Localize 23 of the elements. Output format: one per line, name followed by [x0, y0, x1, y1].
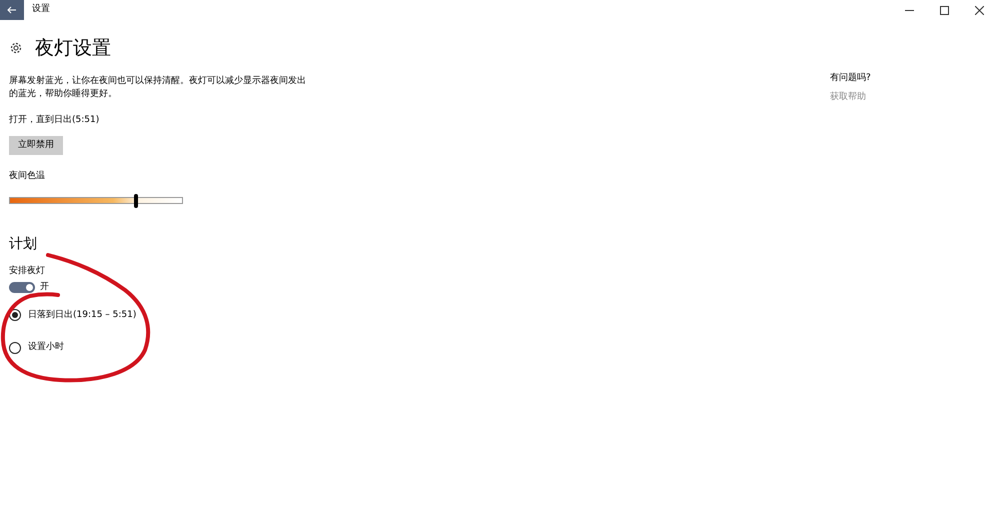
back-button[interactable] — [0, 0, 24, 20]
color-temperature-slider[interactable] — [9, 194, 183, 208]
close-icon[interactable] — [975, 6, 984, 14]
section-heading: 计划 — [9, 234, 38, 254]
slider-label: 夜间色温 — [9, 170, 46, 183]
settings-icon — [9, 41, 23, 56]
radio-button[interactable] — [9, 309, 21, 322]
toggle-switch[interactable] — [9, 282, 35, 294]
disable-button[interactable]: 立即禁用 — [9, 136, 63, 155]
status-text: 打开，直到日出(5:51) — [9, 114, 100, 126]
back-arrow-icon — [7, 6, 17, 14]
window-title: 设置 — [32, 3, 50, 16]
slider-thumb[interactable] — [134, 194, 138, 208]
toggle-label: 安排夜灯 — [9, 264, 46, 278]
description-text: 屏幕发射蓝光，让你在夜间也可以保持清醒。夜灯可以减少显示器夜间发出的蓝光，帮助你睡得更好。 — [9, 74, 307, 100]
radio-option[interactable]: 设置小时 — [9, 341, 830, 354]
maximize-icon[interactable] — [940, 6, 949, 14]
get-help-link[interactable]: 获取帮助 — [830, 90, 871, 104]
help-question: 有问题吗? — [830, 72, 871, 85]
radio-button[interactable] — [9, 342, 21, 354]
toggle-state-text: 开 — [40, 281, 49, 294]
radio-option[interactable]: 日落到日出(19:15 – 5:51) — [9, 308, 830, 322]
page-title: 夜灯设置 — [35, 36, 111, 61]
